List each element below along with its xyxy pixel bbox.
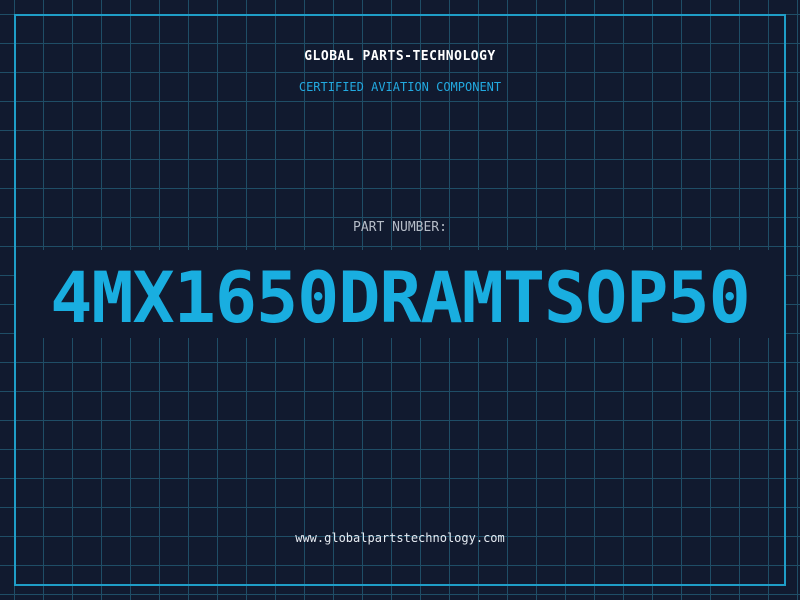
certification-subtitle: CERTIFIED AVIATION COMPONENT [298, 80, 502, 94]
website-url: www.globalpartstechnology.com [295, 531, 505, 545]
company-title: GLOBAL PARTS-TECHNOLOGY [304, 49, 496, 64]
part-number-label: PART NUMBER: [353, 220, 447, 235]
part-number-value: 4MX1650DRAMTSOP50 [50, 257, 750, 339]
